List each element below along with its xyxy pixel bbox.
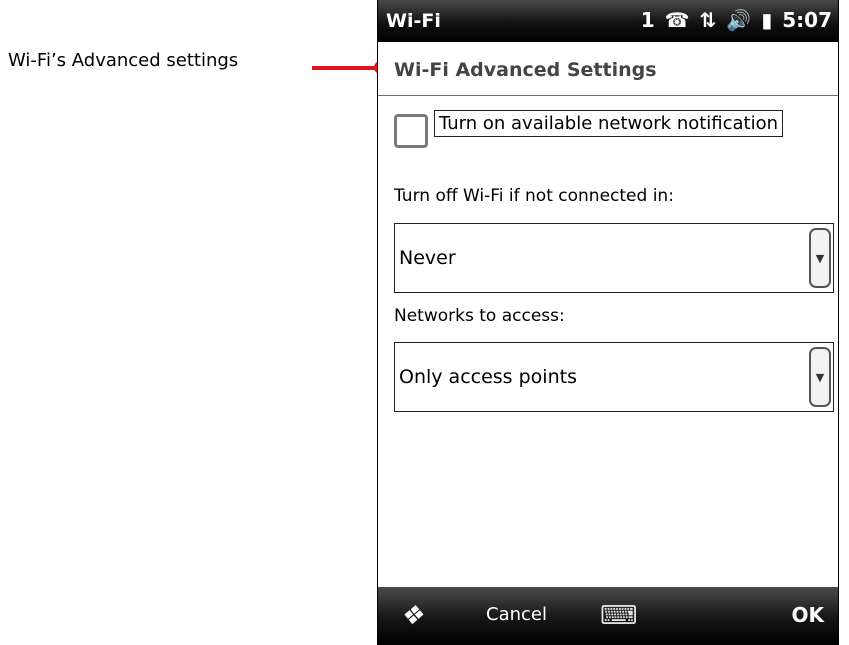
networks-access-select[interactable]: Only access points ▼ <box>394 342 834 412</box>
status-icons: 1 ☎ ⇅ 🔊 ▮ 5:07 <box>641 8 832 32</box>
clock-time[interactable]: 5:07 <box>782 8 832 32</box>
keyboard-icon[interactable]: ⌨ <box>600 601 638 631</box>
ok-softkey[interactable]: OK <box>792 603 825 627</box>
callout-label: Wi-Fi’s Advanced settings <box>8 50 239 71</box>
notification-checkbox-row[interactable]: Turn on available network notification <box>394 110 784 148</box>
callout-line <box>312 66 380 70</box>
battery-icon[interactable]: ▮ <box>761 8 772 32</box>
wifi-timeout-select[interactable]: Never ▼ <box>394 223 834 293</box>
notification-checkbox[interactable] <box>394 114 428 148</box>
windows-start-icon[interactable]: ❖ <box>399 601 428 631</box>
signal-sync-icon[interactable]: ☎ <box>665 8 690 32</box>
status-bar: Wi-Fi 1 ☎ ⇅ 🔊 ▮ 5:07 <box>378 0 838 42</box>
networks-access-value: Only access points <box>399 366 577 388</box>
device-screen: Wi-Fi 1 ☎ ⇅ 🔊 ▮ 5:07 Wi-Fi Advanced Sett… <box>377 0 839 645</box>
dropdown-arrow-icon[interactable]: ▼ <box>809 228 831 288</box>
page-title: Wi-Fi Advanced Settings <box>378 44 838 96</box>
status-bar-title: Wi-Fi <box>386 10 441 32</box>
signal-strength-number: 1 <box>640 8 655 32</box>
wifi-timeout-label: Turn off Wi-Fi if not connected in: <box>394 186 674 206</box>
networks-access-label: Networks to access: <box>394 306 565 326</box>
soft-key-bar: ❖ Cancel ⌨ OK <box>378 587 838 645</box>
dropdown-arrow-icon[interactable]: ▼ <box>809 347 831 407</box>
wifi-timeout-value: Never <box>399 247 456 269</box>
speaker-icon[interactable]: 🔊 <box>726 8 751 32</box>
cancel-softkey[interactable]: Cancel <box>486 604 547 625</box>
notification-checkbox-label[interactable]: Turn on available network notification <box>434 110 784 137</box>
network-icon[interactable]: ⇅ <box>700 8 717 32</box>
